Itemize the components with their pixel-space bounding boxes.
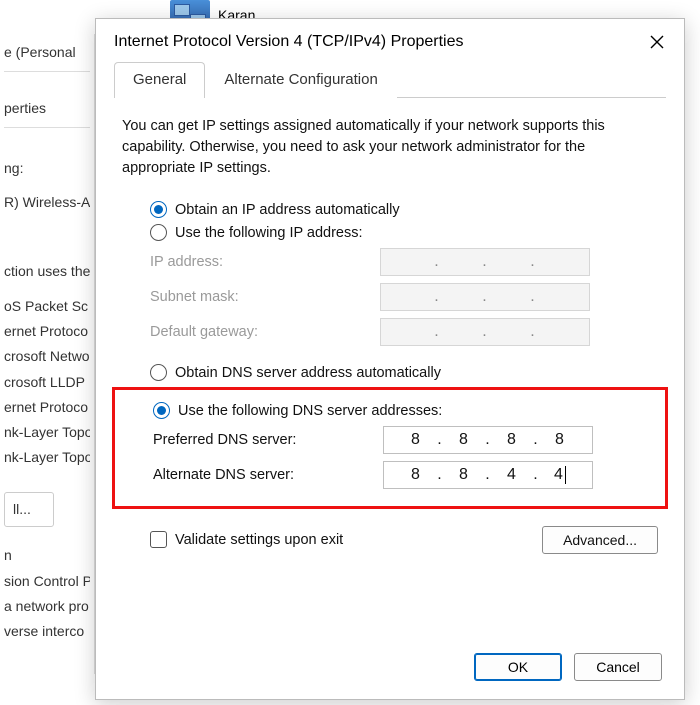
- preferred-dns-label: Preferred DNS server:: [153, 432, 383, 448]
- tab-strip: General Alternate Configuration: [114, 61, 666, 98]
- preferred-dns-input[interactable]: 8.8.8.8: [383, 426, 593, 454]
- radio-ip-auto[interactable]: [150, 201, 167, 218]
- close-button[interactable]: [648, 33, 666, 51]
- ip-address-label: IP address:: [150, 254, 380, 270]
- radio-dns-manual[interactable]: [153, 402, 170, 419]
- subnet-mask-input: ...: [380, 283, 590, 311]
- radio-dns-manual-label: Use the following DNS server addresses:: [178, 403, 442, 419]
- tab-alternate[interactable]: Alternate Configuration: [205, 62, 396, 98]
- radio-dns-auto-label: Obtain DNS server address automatically: [175, 365, 441, 381]
- alternate-dns-input[interactable]: 8.8.4.4: [383, 461, 593, 489]
- dns-highlight: Use the following DNS server addresses: …: [112, 387, 668, 509]
- gateway-input: ...: [380, 318, 590, 346]
- ipv4-properties-dialog: Internet Protocol Version 4 (TCP/IPv4) P…: [95, 18, 685, 700]
- close-icon: [650, 35, 664, 49]
- cancel-button[interactable]: Cancel: [574, 653, 662, 681]
- tab-general[interactable]: General: [114, 62, 205, 98]
- gateway-label: Default gateway:: [150, 324, 380, 340]
- radio-ip-manual-label: Use the following IP address:: [175, 225, 363, 241]
- description-text: You can get IP settings assigned automat…: [122, 116, 658, 179]
- radio-ip-manual[interactable]: [150, 224, 167, 241]
- radio-dns-auto[interactable]: [150, 364, 167, 381]
- ip-address-input: ...: [380, 248, 590, 276]
- validate-label: Validate settings upon exit: [175, 532, 343, 548]
- radio-ip-auto-label: Obtain an IP address automatically: [175, 202, 400, 218]
- background-panel: e (Personal perties ng: R) Wireless-A ct…: [0, 34, 95, 674]
- alternate-dns-label: Alternate DNS server:: [153, 467, 383, 483]
- advanced-button[interactable]: Advanced...: [542, 526, 658, 554]
- dialog-title: Internet Protocol Version 4 (TCP/IPv4) P…: [114, 33, 463, 51]
- subnet-mask-label: Subnet mask:: [150, 289, 380, 305]
- validate-checkbox[interactable]: [150, 531, 167, 548]
- ok-button[interactable]: OK: [474, 653, 562, 681]
